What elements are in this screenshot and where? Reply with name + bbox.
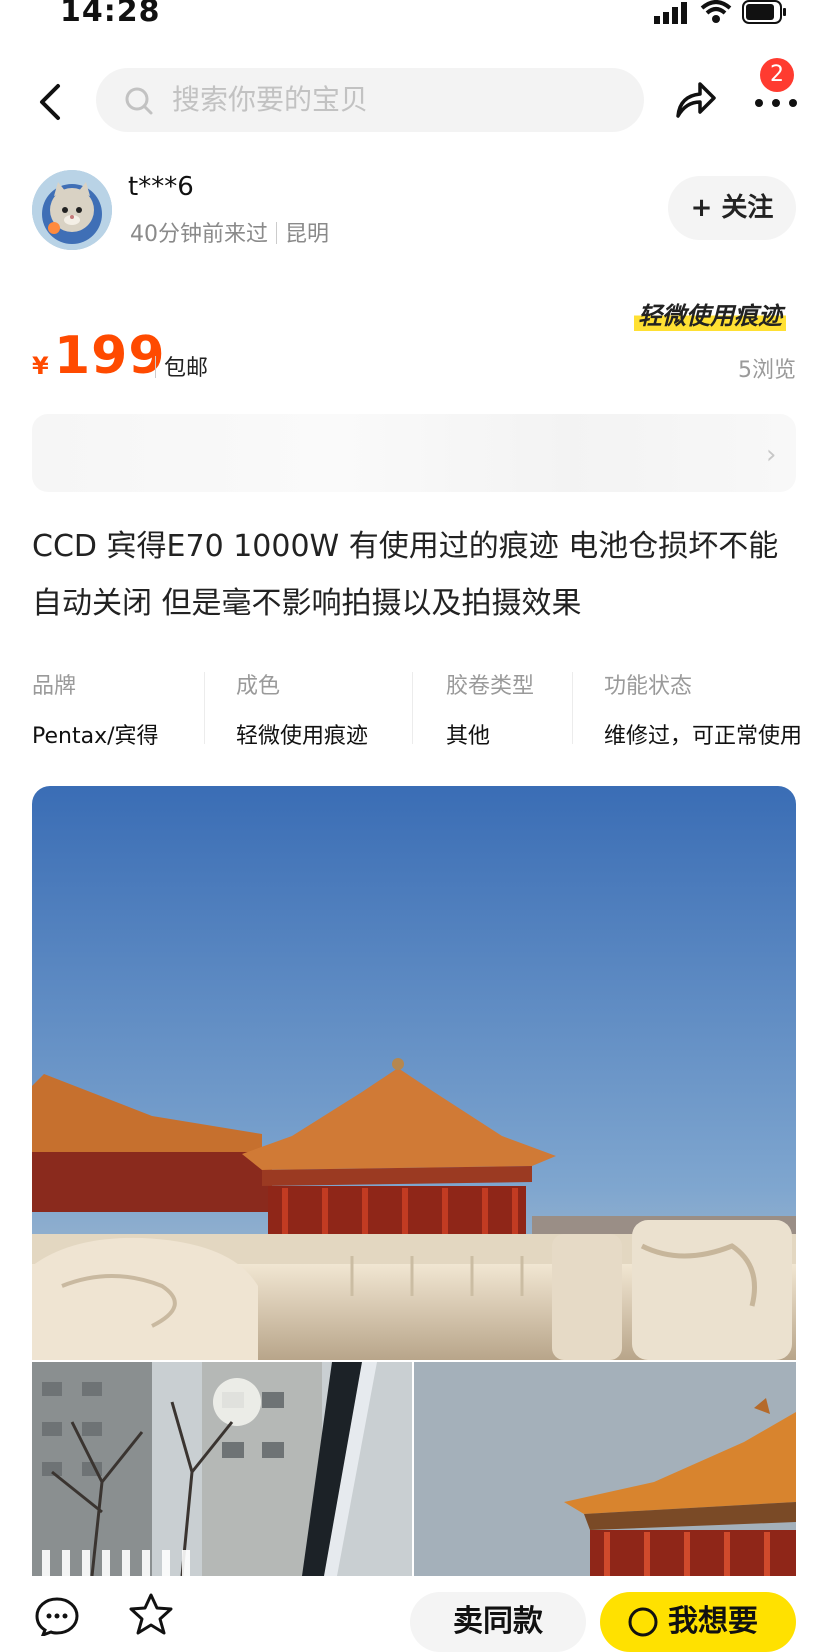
wifi-icon — [700, 0, 732, 23]
sell-similar-button[interactable]: 卖同款 — [410, 1592, 586, 1652]
want-button-label: 我想要 — [668, 1604, 758, 1639]
condition-tag: 轻微使用痕迹 — [634, 296, 786, 331]
notification-badge: 2 — [760, 58, 794, 92]
spec-value: 维修过，可正常使用 — [604, 724, 803, 749]
divider — [412, 672, 413, 744]
chevron-right-icon: › — [766, 440, 777, 470]
divider — [155, 356, 156, 378]
chat-bubble-icon — [628, 1607, 658, 1636]
follow-button[interactable]: + 关注 — [668, 176, 796, 240]
status-time: 14:28 — [60, 0, 161, 29]
street-photo-image — [32, 1362, 412, 1576]
blurred-info-bar[interactable] — [32, 414, 796, 492]
back-icon[interactable] — [36, 82, 64, 122]
item-description: CCD 宾得E70 1000W 有使用过的痕迹 电池仓损坏不能自动关闭 但是毫不… — [32, 529, 779, 621]
price: 199 — [54, 326, 166, 386]
currency-symbol: ¥ — [32, 352, 49, 380]
share-icon[interactable] — [674, 78, 718, 122]
more-icon[interactable] — [754, 98, 798, 108]
divider — [204, 672, 205, 744]
palace-photo-image — [32, 786, 796, 1360]
spec-label: 品牌 — [32, 674, 77, 699]
battery-icon — [742, 0, 786, 24]
product-photo-3[interactable] — [414, 1362, 796, 1576]
seller-last-seen: 40分钟前来过 — [130, 222, 268, 247]
spec-function-status: 功能状态 维修过，可正常使用 — [604, 668, 802, 750]
seller-avatar[interactable] — [32, 170, 112, 250]
divider — [572, 672, 573, 744]
spec-label: 功能状态 — [604, 674, 693, 699]
seller-city: 昆明 — [285, 222, 330, 247]
search-input[interactable]: 搜索你要的宝贝 — [172, 78, 368, 122]
cellular-signal-icon — [654, 2, 687, 24]
product-photo-2[interactable] — [32, 1362, 412, 1576]
spec-label: 成色 — [236, 674, 281, 699]
want-button[interactable]: 我想要 — [600, 1592, 796, 1652]
search-icon — [125, 87, 153, 115]
spec-value: 其他 — [446, 724, 491, 749]
comment-icon[interactable] — [34, 1596, 80, 1636]
view-count: 5浏览 — [738, 358, 796, 383]
spec-brand: 品牌 Pentax/宾得 — [32, 668, 159, 750]
roof-photo-image — [414, 1362, 796, 1576]
spec-value: Pentax/宾得 — [32, 724, 159, 749]
spec-condition: 成色 轻微使用痕迹 — [236, 668, 368, 750]
spec-film-type: 胶卷类型 其他 — [446, 668, 534, 750]
spec-value: 轻微使用痕迹 — [236, 724, 369, 749]
seller-meta: 40分钟前来过 昆明 — [130, 216, 329, 248]
seller-name[interactable]: t***6 — [128, 172, 194, 202]
shipping-label: 包邮 — [164, 356, 209, 381]
cat-avatar-icon — [32, 170, 112, 250]
product-photo-main[interactable] — [32, 786, 796, 1360]
spec-label: 胶卷类型 — [446, 674, 535, 699]
favorite-star-icon[interactable] — [128, 1592, 174, 1636]
divider — [276, 222, 277, 244]
